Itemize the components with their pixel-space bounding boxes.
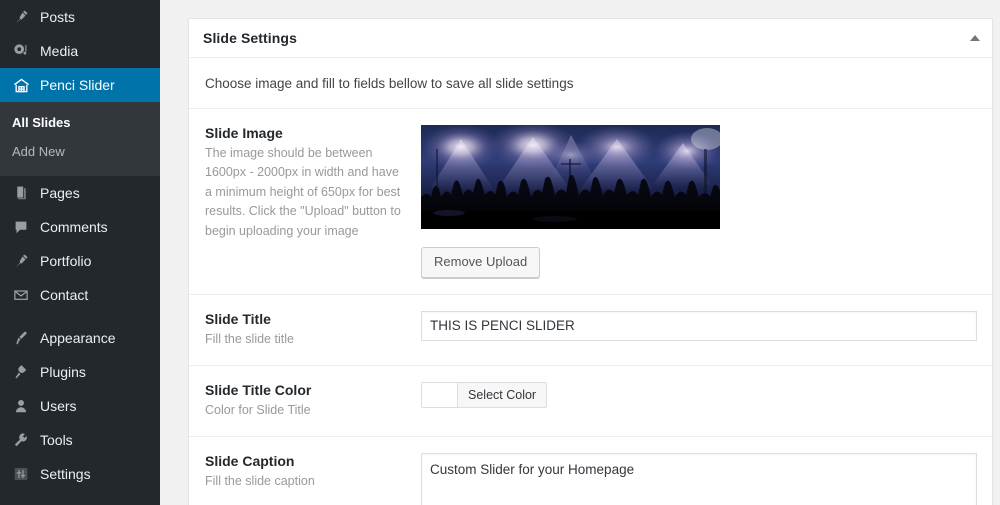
- sidebar-item-label: Pages: [40, 184, 80, 201]
- panel-intro-text: Choose image and fill to fields bellow t…: [189, 58, 992, 109]
- slide-title-input[interactable]: [421, 310, 977, 341]
- field-description: Color for Slide Title: [205, 402, 311, 417]
- sidebar-item-label: Appearance: [40, 329, 116, 346]
- sidebar-item-plugins[interactable]: Plugins: [0, 355, 160, 389]
- sidebar-item-tools[interactable]: Tools: [0, 423, 160, 457]
- field-label-group: Slide Caption Fill the slide caption: [205, 453, 421, 505]
- envelope-icon: [11, 285, 31, 305]
- field-label-group: Slide Title Fill the slide title: [205, 311, 421, 349]
- submenu-item-add-new[interactable]: Add New: [0, 138, 160, 167]
- field-label-group: Slide Image The image should be between …: [205, 125, 421, 278]
- sidebar-divider: [0, 312, 160, 321]
- paintbrush-icon: [11, 328, 31, 348]
- slide-settings-panel: Slide Settings Choose image and fill to …: [188, 18, 993, 505]
- sidebar-item-users[interactable]: Users: [0, 389, 160, 423]
- sidebar-item-label: Settings: [40, 465, 91, 482]
- main-content-area: Slide Settings Choose image and fill to …: [160, 0, 1000, 505]
- admin-sidebar: Posts Media Penci Slider All Slides Add …: [0, 0, 160, 505]
- field-control-group: Remove Upload: [421, 125, 976, 278]
- color-picker[interactable]: Select Color: [421, 381, 548, 408]
- sidebar-item-label: Tools: [40, 431, 73, 448]
- page-title: Slide Settings: [203, 30, 297, 46]
- pushpin-icon: [11, 251, 31, 271]
- field-label-group: Slide Title Color Color for Slide Title: [205, 382, 421, 420]
- pages-icon: [11, 183, 31, 203]
- field-row-slide-image: Slide Image The image should be between …: [189, 109, 992, 295]
- sidebar-item-label: Contact: [40, 286, 89, 303]
- field-control-group: [421, 310, 977, 349]
- remove-upload-button[interactable]: Remove Upload: [421, 247, 541, 278]
- sidebar-item-settings[interactable]: Settings: [0, 457, 160, 491]
- sidebar-item-label: Penci Slider: [40, 77, 115, 93]
- sidebar-item-label: Comments: [40, 218, 108, 235]
- field-control-group: Custom Slider for your Homepage: [421, 453, 977, 505]
- field-row-slide-title: Slide Title Fill the slide title: [189, 295, 992, 366]
- penci-slider-submenu: All Slides Add New: [0, 102, 160, 176]
- sidebar-item-posts[interactable]: Posts: [0, 0, 160, 34]
- field-title: Slide Title: [205, 310, 271, 327]
- media-camera-icon: [11, 41, 31, 61]
- field-description: Fill the slide title: [205, 331, 294, 346]
- field-row-slide-title-color: Slide Title Color Color for Slide Title …: [189, 366, 992, 438]
- sidebar-item-media[interactable]: Media: [0, 34, 160, 68]
- sidebar-item-portfolio[interactable]: Portfolio: [0, 244, 160, 278]
- field-title: Slide Image: [205, 125, 283, 141]
- field-title: Slide Title Color: [205, 381, 312, 398]
- wrench-icon: [11, 430, 31, 450]
- slide-image-preview[interactable]: [421, 125, 720, 229]
- submenu-item-label: Add New: [12, 143, 65, 159]
- sidebar-item-pages[interactable]: Pages: [0, 176, 160, 210]
- field-description: The image should be between 1600px - 200…: [205, 146, 401, 238]
- panel-header: Slide Settings: [189, 19, 992, 58]
- comment-bubble-icon: [11, 217, 31, 237]
- submenu-item-label: All Slides: [12, 115, 71, 130]
- sidebar-item-contact[interactable]: Contact: [0, 278, 160, 312]
- plug-icon: [11, 362, 31, 382]
- pushpin-icon: [11, 7, 31, 27]
- field-title: Slide Caption: [205, 453, 295, 470]
- sliders-icon: [11, 464, 31, 484]
- field-control-group: Select Color: [421, 381, 976, 420]
- field-row-slide-caption: Slide Caption Fill the slide caption Cus…: [189, 437, 992, 505]
- field-description: Fill the slide caption: [205, 474, 315, 489]
- home-icon: [11, 75, 31, 95]
- sidebar-item-penci-slider[interactable]: Penci Slider: [0, 68, 160, 102]
- wordpress-admin-screen: Posts Media Penci Slider All Slides Add …: [0, 0, 1000, 505]
- sidebar-item-label: Plugins: [40, 363, 86, 380]
- sidebar-item-appearance[interactable]: Appearance: [0, 321, 160, 355]
- sidebar-item-label: Users: [40, 397, 77, 414]
- sidebar-item-label: Posts: [40, 9, 76, 25]
- user-icon: [11, 396, 31, 416]
- sidebar-item-comments[interactable]: Comments: [0, 210, 160, 244]
- color-swatch[interactable]: [422, 382, 458, 407]
- submenu-item-all-slides[interactable]: All Slides: [0, 109, 160, 138]
- chevron-up-icon[interactable]: [970, 35, 980, 41]
- sidebar-item-label: Media: [40, 43, 79, 59]
- slide-caption-textarea[interactable]: Custom Slider for your Homepage: [421, 453, 977, 505]
- sidebar-item-label: Portfolio: [40, 252, 92, 269]
- select-color-button[interactable]: Select Color: [458, 382, 547, 407]
